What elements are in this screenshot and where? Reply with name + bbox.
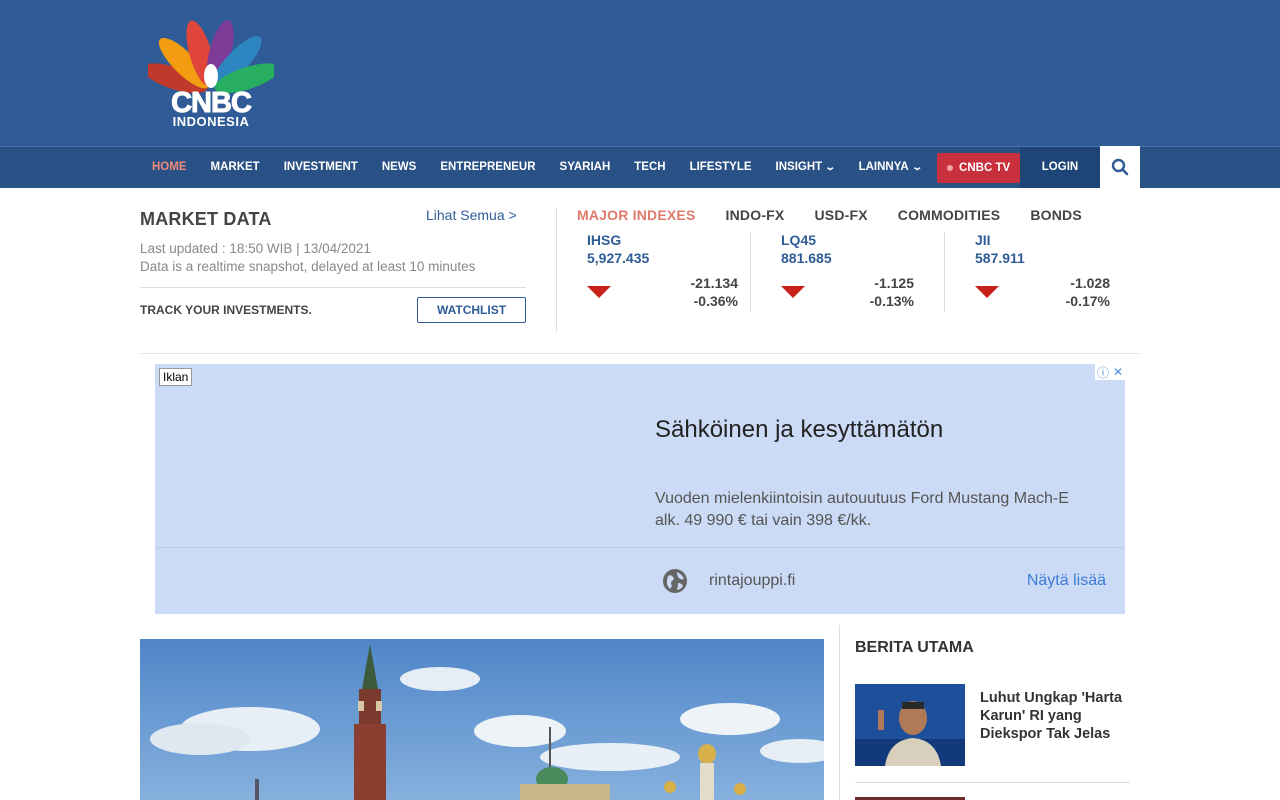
index-percent: -0.36% xyxy=(693,293,738,309)
cnbc-tv-button[interactable]: CNBC TV xyxy=(937,152,1021,183)
index-percent: -0.17% xyxy=(1065,293,1110,309)
ad-choices[interactable]: ⓘ ✕ xyxy=(1095,364,1125,380)
nav-item-insight-label: INSIGHT xyxy=(775,161,823,173)
tab-commodities[interactable]: COMMODITIES xyxy=(898,207,1001,223)
index-percent: -0.13% xyxy=(869,293,914,309)
down-arrow-icon xyxy=(781,286,805,298)
down-arrow-icon xyxy=(587,286,611,298)
index-name: IHSG xyxy=(587,232,622,248)
chevron-down-icon: ⌄ xyxy=(824,162,837,173)
tab-usd-fx[interactable]: USD-FX xyxy=(814,207,867,223)
ad-label: Iklan xyxy=(159,368,193,386)
kremlin-photo xyxy=(140,639,824,800)
nav-item-market[interactable]: MARKET xyxy=(199,147,272,188)
index-card-jii[interactable]: JII 587.911 -1.028 -0.17% xyxy=(944,232,1138,312)
market-data-title: MARKET DATA xyxy=(140,209,272,229)
divider xyxy=(839,625,840,800)
nav-item-home[interactable]: HOME xyxy=(140,147,199,188)
globe-icon xyxy=(663,569,687,593)
index-change: -21.134 xyxy=(690,275,738,291)
main-nav: HOME MARKET INVESTMENT NEWS ENTREPRENEUR… xyxy=(0,146,1280,188)
index-card-lq45[interactable]: LQ45 881.685 -1.125 -0.13% xyxy=(750,232,944,312)
index-change: -1.028 xyxy=(1070,275,1110,291)
person-photo xyxy=(855,684,965,766)
track-investments-label: TRACK YOUR INVESTMENTS. xyxy=(140,303,312,317)
index-name: JII xyxy=(975,232,991,248)
divider xyxy=(750,232,751,312)
index-value: 5,927.435 xyxy=(587,250,650,266)
market-tabs: MAJOR INDEXES INDO-FX USD-FX COMMODITIES… xyxy=(577,207,1112,223)
ad-body: Vuoden mielenkiintoisin autouutuus Ford … xyxy=(655,490,1069,529)
tab-indo-fx[interactable]: INDO-FX xyxy=(726,207,785,223)
nav-item-investment[interactable]: INVESTMENT xyxy=(272,147,370,188)
market-data-panel: MARKET DATA Lihat Semua > Last updated :… xyxy=(140,188,1140,354)
index-name: LQ45 xyxy=(781,232,817,248)
search-button[interactable] xyxy=(1100,146,1140,188)
cnbc-indonesia-logo[interactable]: CNBC INDONESIA xyxy=(142,18,280,129)
index-change: -1.125 xyxy=(874,275,914,291)
nav-item-lainnya[interactable]: LAINNYA ⌄ xyxy=(847,147,933,188)
login-button[interactable]: LOGIN xyxy=(1020,147,1100,188)
search-icon xyxy=(1111,158,1129,176)
nav-item-syariah[interactable]: SYARIAH xyxy=(548,147,623,188)
tab-major-indexes[interactable]: MAJOR INDEXES xyxy=(577,207,696,223)
delay-note: Data is a realtime snapshot, delayed at … xyxy=(140,259,476,274)
last-updated-text: Last updated : 18:50 WIB | 13/04/2021 xyxy=(140,241,371,256)
berita-utama-title: BERITA UTAMA xyxy=(855,639,974,656)
close-icon[interactable]: ✕ xyxy=(1113,365,1123,379)
index-value: 881.685 xyxy=(781,250,832,266)
down-arrow-icon xyxy=(975,286,999,298)
logo-subtitle: INDONESIA xyxy=(172,114,250,129)
index-card-ihsg[interactable]: IHSG 5,927.435 -21.134 -0.36% xyxy=(567,232,761,312)
article-headline[interactable]: Luhut Ungkap 'Harta Karun' RI yang Dieks… xyxy=(980,689,1130,743)
ad-more-link[interactable]: Näytä lisää xyxy=(1027,572,1106,590)
see-all-link[interactable]: Lihat Semua > xyxy=(426,207,517,223)
divider xyxy=(944,232,945,312)
info-icon[interactable]: ⓘ xyxy=(1097,364,1109,381)
ad-domain[interactable]: rintajouppi.fi xyxy=(709,572,795,590)
nav-item-news[interactable]: NEWS xyxy=(370,147,429,188)
site-header: CNBC INDONESIA xyxy=(0,0,1280,146)
list-item[interactable]: Luhut Ungkap 'Harta Karun' RI yang Dieks… xyxy=(855,684,1130,783)
nav-item-lainnya-label: LAINNYA xyxy=(858,161,909,173)
divider xyxy=(556,208,557,332)
nav-item-lifestyle[interactable]: LIFESTYLE xyxy=(678,147,764,188)
article-thumbnail[interactable] xyxy=(855,684,965,766)
ad-headline[interactable]: Sähköinen ja kesyttämätön xyxy=(655,416,943,444)
divider xyxy=(140,287,526,288)
advertisement[interactable]: Iklan ⓘ ✕ Sähköinen ja kesyttämätön Vuode… xyxy=(155,364,1125,614)
watchlist-button[interactable]: WATCHLIST xyxy=(417,297,526,323)
cnbc-tv-label: CNBC TV xyxy=(959,161,1011,174)
nav-item-entrepreneur[interactable]: ENTREPRENEUR xyxy=(428,147,547,188)
nav-item-insight[interactable]: INSIGHT ⌄ xyxy=(764,147,847,188)
index-value: 587.911 xyxy=(975,250,1025,266)
peacock-icon xyxy=(142,20,280,94)
tab-bonds[interactable]: BONDS xyxy=(1030,207,1082,223)
headline-image[interactable] xyxy=(140,639,824,800)
divider xyxy=(155,547,1125,548)
chevron-down-icon: ⌄ xyxy=(910,162,923,173)
live-dot-icon xyxy=(947,164,954,171)
nav-item-tech[interactable]: TECH xyxy=(622,147,677,188)
